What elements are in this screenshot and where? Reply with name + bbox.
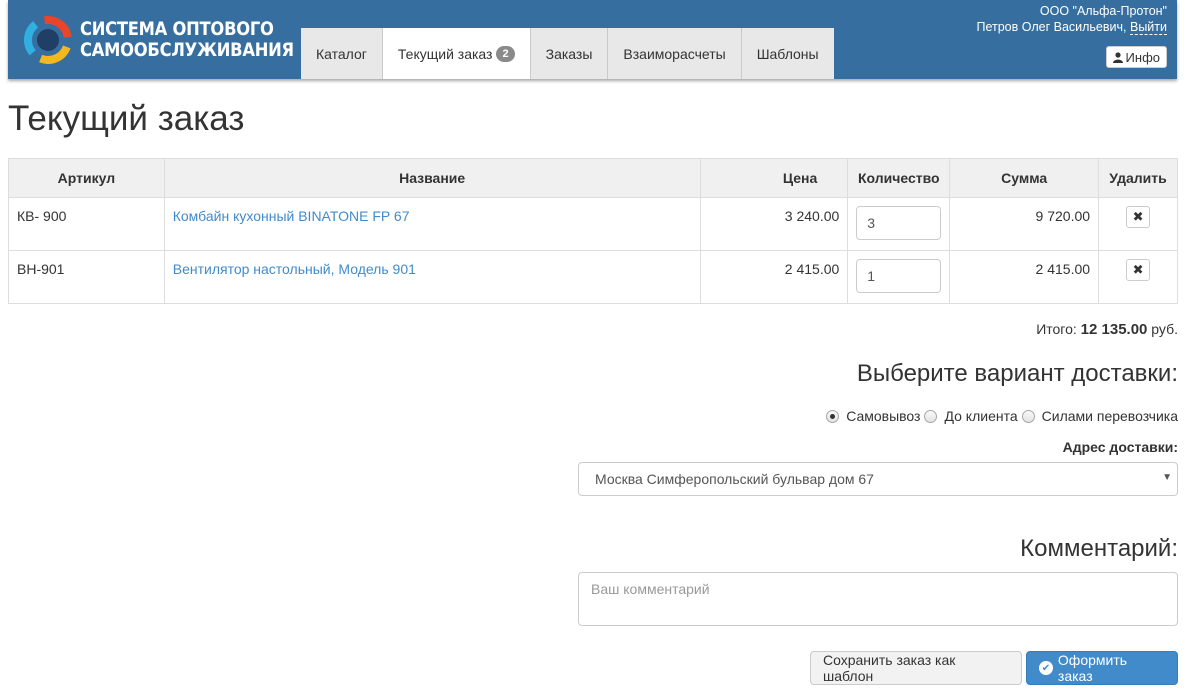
save-template-button[interactable]: Сохранить заказ как шаблон	[810, 651, 1022, 685]
info-button[interactable]: Инфо	[1105, 46, 1167, 68]
address-label: Адрес доставки:	[1062, 439, 1178, 455]
cell-delete: ✖	[1098, 197, 1178, 251]
cell-price: 2 415.00	[699, 250, 849, 304]
product-link[interactable]: Комбайн кухонный BINATONE FP 67	[173, 208, 410, 224]
cell-sku: КВ- 900	[8, 197, 165, 251]
table-row: КВ- 900 Комбайн кухонный BINATONE FP 67 …	[8, 197, 1178, 251]
comment-field[interactable]	[578, 572, 1178, 626]
header-name: Название	[163, 158, 701, 198]
cell-name: Вентилятор настольный, Модель 901	[163, 250, 701, 304]
tab-current-order[interactable]: Текущий заказ 2	[381, 28, 530, 79]
radio-to-client-label[interactable]: До клиента	[944, 408, 1017, 424]
tab-label: Текущий заказ	[397, 45, 493, 62]
logo-icon	[24, 16, 72, 64]
save-template-label: Сохранить заказ как шаблон	[823, 652, 956, 684]
caret-down-icon: ▼	[1162, 472, 1172, 483]
cell-sum: 9 720.00	[949, 197, 1100, 251]
tab-settlements[interactable]: Взаиморасчеты	[607, 28, 741, 79]
delivery-options: Самовывоз До клиента Силами перевозчика	[826, 408, 1178, 424]
header-sum: Сумма	[949, 158, 1100, 198]
logout-link[interactable]: Выйти	[1129, 20, 1167, 35]
tab-label: Взаиморасчеты	[623, 45, 726, 62]
tab-label: Шаблоны	[756, 45, 819, 62]
radio-carrier-label[interactable]: Силами перевозчика	[1042, 408, 1178, 424]
quantity-input[interactable]	[856, 206, 942, 240]
cell-sum: 2 415.00	[949, 250, 1100, 304]
submit-order-button[interactable]: ✔ Оформить заказ	[1026, 651, 1178, 685]
total-currency: руб.	[1151, 321, 1178, 337]
user-icon	[1112, 51, 1123, 63]
header-sku: Артикул	[8, 158, 165, 198]
table-row: ВН-901 Вентилятор настольный, Модель 901…	[8, 250, 1178, 304]
radio-pickup[interactable]	[826, 409, 840, 423]
user-line: Петров Олег Васильевич, Выйти	[976, 19, 1167, 35]
total-value: 12 135.00	[1080, 321, 1148, 338]
radio-pickup-label[interactable]: Самовывоз	[846, 408, 920, 424]
cell-sku: ВН-901	[8, 250, 165, 304]
address-select[interactable]: Москва Симферопольский бульвар дом 67 ▼	[578, 462, 1178, 496]
product-link[interactable]: Вентилятор настольный, Модель 901	[173, 261, 416, 277]
tab-templates[interactable]: Шаблоны	[740, 28, 834, 79]
tab-label: Каталог	[316, 45, 367, 62]
ok-circle-icon: ✔	[1039, 661, 1053, 675]
table-header-row: Артикул Название Цена Количество Сумма У…	[8, 158, 1178, 198]
tab-catalog[interactable]: Каталог	[301, 28, 382, 79]
page-title: Текущий заказ	[8, 99, 245, 138]
cell-qty	[847, 197, 951, 251]
order-total: Итого: 12 135.00 руб.	[1036, 321, 1178, 338]
logo[interactable]: СИСТЕМА ОПТОВОГО САМООБСЛУЖИВАНИЯ	[22, 14, 329, 66]
logo-line-1: СИСТЕМА ОПТОВОГО	[80, 18, 274, 40]
header-delete: Удалить	[1098, 158, 1178, 198]
tab-orders[interactable]: Заказы	[529, 28, 608, 79]
address-value: Москва Симферопольский бульвар дом 67	[595, 471, 874, 487]
radio-carrier[interactable]	[1021, 409, 1035, 423]
user-name: Петров Олег Васильевич,	[976, 20, 1127, 34]
header-price: Цена	[699, 158, 849, 198]
tab-label: Заказы	[545, 45, 593, 62]
cell-delete: ✖	[1098, 250, 1178, 304]
top-bar: СИСТЕМА ОПТОВОГО САМООБСЛУЖИВАНИЯ Катало…	[8, 0, 1177, 79]
delivery-heading: Выберите вариант доставки:	[856, 360, 1178, 387]
main-nav: Каталог Текущий заказ 2 Заказы Взаиморасч…	[301, 28, 834, 79]
user-area: ООО "Альфа-Протон" Петров Олег Васильеви…	[976, 3, 1167, 35]
order-table: Артикул Название Цена Количество Сумма У…	[8, 158, 1178, 304]
header-qty: Количество	[847, 158, 951, 198]
info-label: Инфо	[1125, 49, 1160, 65]
cell-name: Комбайн кухонный BINATONE FP 67	[163, 197, 701, 251]
cell-qty	[847, 250, 951, 304]
total-label: Итого:	[1036, 321, 1077, 337]
quantity-input[interactable]	[856, 259, 942, 293]
radio-to-client[interactable]	[924, 409, 938, 423]
comment-heading: Комментарий:	[1020, 535, 1178, 562]
logo-text: СИСТЕМА ОПТОВОГО САМООБСЛУЖИВАНИЯ	[80, 19, 294, 61]
remove-icon[interactable]: ✖	[1126, 206, 1151, 228]
order-count-badge: 2	[496, 45, 515, 62]
company-name: ООО "Альфа-Протон"	[1039, 4, 1167, 18]
cell-price: 3 240.00	[699, 197, 849, 251]
submit-order-label: Оформить заказ	[1057, 652, 1128, 684]
logo-line-2: САМООБСЛУЖИВАНИЯ	[80, 39, 294, 61]
remove-icon[interactable]: ✖	[1126, 259, 1151, 281]
